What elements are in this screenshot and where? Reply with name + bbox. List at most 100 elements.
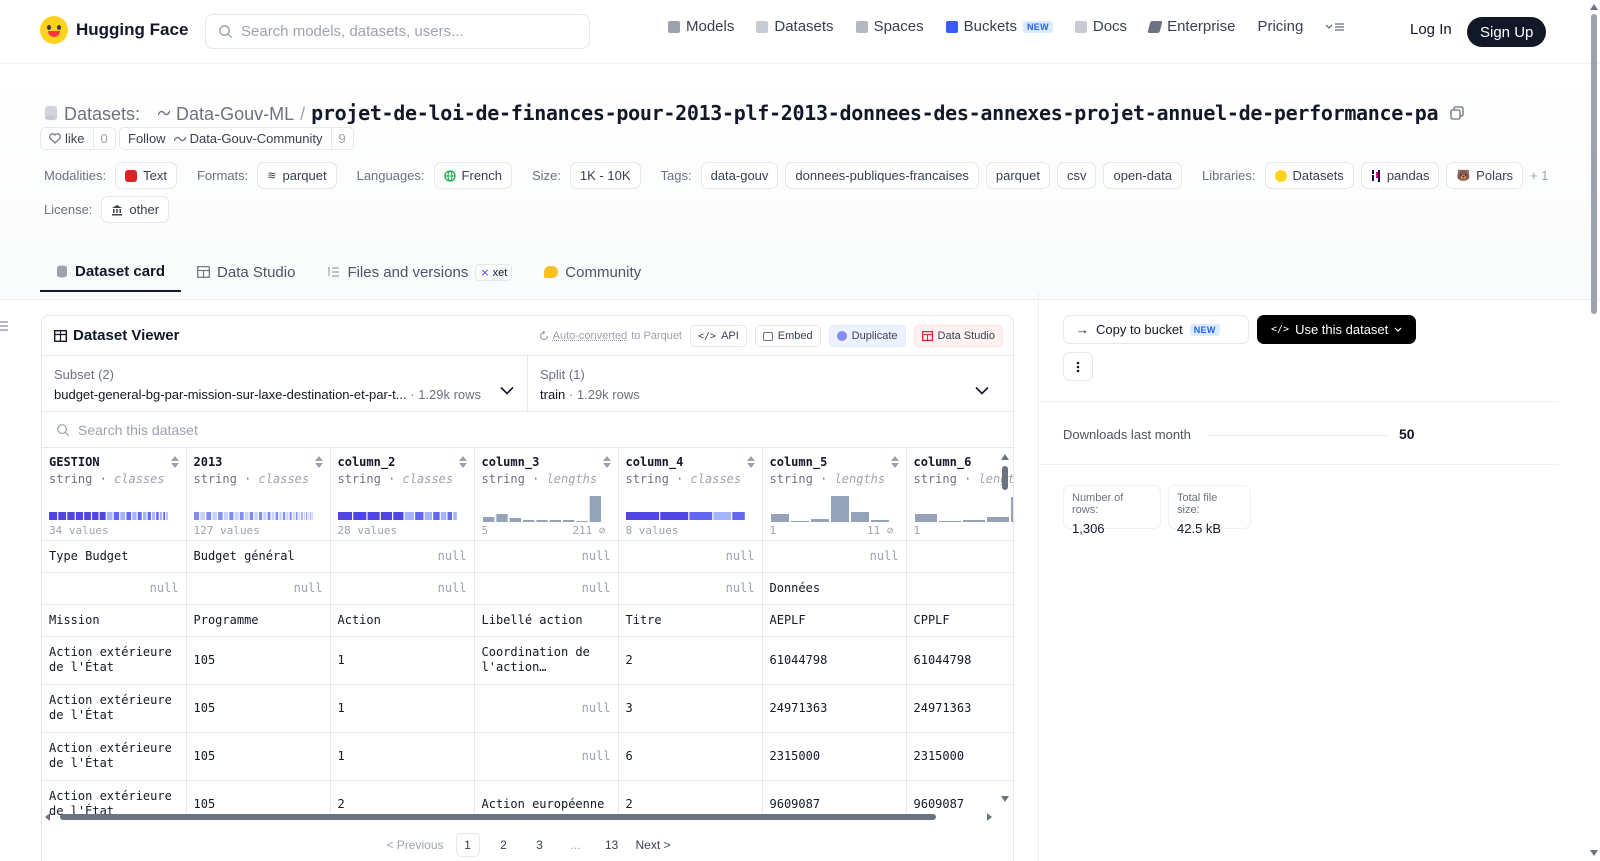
tag-modality[interactable]: Text [115, 162, 177, 189]
table-cell-null[interactable]: null [618, 572, 763, 605]
distribution-bar[interactable] [305, 512, 307, 520]
prev-page-button[interactable]: < Previous [386, 838, 443, 852]
distribution-bar[interactable] [589, 496, 601, 522]
tag-lib-datasets[interactable]: Datasets [1264, 162, 1354, 189]
table-row[interactable]: Action extérieure de l'État 105 1 Coordinat… [42, 636, 1013, 685]
data-studio-button[interactable]: Data Studio [913, 325, 1003, 347]
table-cell[interactable]: Action extérieure de l'État [42, 636, 187, 685]
distribution-bar[interactable] [770, 514, 789, 522]
dataset-org-link[interactable]: Data-Gouv-ML [176, 104, 294, 125]
distribution-bar[interactable] [58, 512, 67, 520]
nav-enterprise[interactable]: Enterprise [1147, 18, 1235, 35]
sidebar-toggle[interactable] [0, 320, 8, 332]
column-header[interactable]: column_5 string · lengths 1 11 ⊘ [762, 448, 907, 541]
distribution-bar[interactable] [562, 520, 574, 522]
table-cell[interactable]: Libellé action [474, 604, 619, 637]
column-distribution-chart[interactable] [193, 492, 314, 522]
table-cell[interactable]: 105 [186, 636, 331, 685]
page-3[interactable]: 3 [528, 833, 552, 857]
column-distribution-chart[interactable] [337, 492, 458, 522]
distribution-bar[interactable] [159, 512, 163, 520]
tag-license[interactable]: other [101, 196, 170, 223]
table-cell[interactable]: 2 [618, 636, 763, 685]
distribution-bar[interactable] [424, 512, 432, 520]
distribution-bar[interactable] [404, 512, 414, 520]
distribution-bar[interactable] [509, 518, 521, 522]
distribution-bar[interactable] [285, 512, 288, 520]
distribution-bar[interactable] [712, 512, 731, 520]
table-cell[interactable]: 105 [186, 684, 331, 733]
distribution-bar[interactable] [938, 521, 961, 522]
table-cell[interactable] [906, 540, 1013, 573]
distribution-bar[interactable] [392, 512, 403, 520]
column-header[interactable]: column_2 string · classes 28 values [330, 448, 475, 541]
tab-data-studio[interactable]: Data Studio [181, 252, 311, 292]
copy-icon[interactable] [1450, 106, 1464, 120]
distribution-bar[interactable] [126, 512, 132, 520]
table-cell[interactable]: 105 [186, 732, 331, 781]
column-header[interactable]: GESTION string · classes 34 values [42, 448, 187, 541]
distribution-bar[interactable] [495, 514, 508, 522]
distribution-bar[interactable] [253, 512, 258, 520]
distribution-bar[interactable] [84, 512, 91, 520]
column-distribution-chart[interactable] [482, 492, 602, 522]
table-cell[interactable]: 6 [618, 732, 763, 781]
sort-icon[interactable] [170, 456, 179, 468]
distribution-bar[interactable] [99, 512, 106, 520]
distribution-bar[interactable] [522, 520, 534, 522]
table-cell[interactable]: Titre [618, 604, 763, 637]
table-cell[interactable]: Mission [42, 604, 187, 637]
tag-size[interactable]: 1K - 10K [569, 162, 641, 189]
tag-lib-polars[interactable]: 🐻 Polars [1446, 162, 1524, 189]
distribution-bar[interactable] [295, 512, 297, 520]
distribution-bar[interactable] [914, 514, 937, 522]
like-button[interactable]: like 0 [40, 127, 116, 150]
distribution-bar[interactable] [271, 512, 274, 520]
sort-icon[interactable] [746, 456, 755, 468]
distribution-bar[interactable] [870, 520, 889, 522]
table-cell[interactable]: 61044798 [762, 636, 907, 685]
copy-to-bucket-button[interactable]: → Copy to bucket NEW [1063, 315, 1249, 344]
table-cell[interactable]: 2315000 [906, 732, 1013, 781]
distribution-bar[interactable] [67, 512, 75, 520]
tag-data-gouv[interactable]: data-gouv [700, 162, 779, 189]
distribution-bar[interactable] [113, 512, 120, 520]
table-cell[interactable]: 61044798 [906, 636, 1013, 685]
column-header[interactable]: column_3 string · lengths 5 211 ⊘ [474, 448, 619, 541]
distribution-bar[interactable] [258, 512, 262, 520]
distribution-bar[interactable] [193, 512, 199, 520]
distribution-bar[interactable] [414, 512, 423, 520]
distribution-bar[interactable] [688, 512, 712, 520]
distribution-bar[interactable] [147, 512, 151, 520]
sort-icon[interactable] [314, 456, 323, 468]
vertical-scrollbar[interactable] [999, 448, 1011, 820]
global-search-input[interactable]: Search models, datasets, users... [205, 14, 590, 49]
table-cell-null[interactable]: null [186, 572, 331, 605]
table-cell[interactable]: Type Budget [42, 540, 187, 573]
table-cell[interactable]: 3 [618, 684, 763, 733]
distribution-bar[interactable] [432, 512, 440, 520]
auto-converted-note[interactable]: Auto-converted to Parquet [539, 330, 682, 342]
subset-select[interactable]: Subset (2) budget-general-bg-par-mission… [42, 356, 528, 411]
distribution-bar[interactable] [731, 512, 745, 520]
distribution-bar[interactable] [282, 512, 285, 520]
tag-donnees-publiques[interactable]: donnees-publiques-francaises [785, 162, 979, 189]
distribution-bar[interactable] [659, 512, 688, 520]
table-cell[interactable] [906, 572, 1013, 605]
distribution-bar[interactable] [307, 512, 309, 520]
distribution-bar[interactable] [244, 512, 248, 520]
nav-spaces[interactable]: Spaces [855, 18, 924, 35]
libraries-more[interactable]: + 1 [1530, 168, 1548, 183]
table-cell[interactable]: 2315000 [762, 732, 907, 781]
table-cell[interactable]: 1 [330, 636, 475, 685]
table-cell[interactable]: Action [330, 604, 475, 637]
distribution-bar[interactable] [352, 512, 366, 520]
column-header[interactable]: 2013 string · classes 127 values [186, 448, 331, 541]
distribution-bar[interactable] [300, 512, 303, 520]
distribution-bar[interactable] [303, 512, 305, 520]
distribution-bar[interactable] [535, 520, 548, 522]
follow-button[interactable]: Follow Data-Gouv-Community 9 [119, 127, 354, 150]
table-cell-null[interactable]: null [474, 732, 619, 781]
distribution-bar[interactable] [137, 512, 142, 520]
distribution-bar[interactable] [142, 512, 147, 520]
